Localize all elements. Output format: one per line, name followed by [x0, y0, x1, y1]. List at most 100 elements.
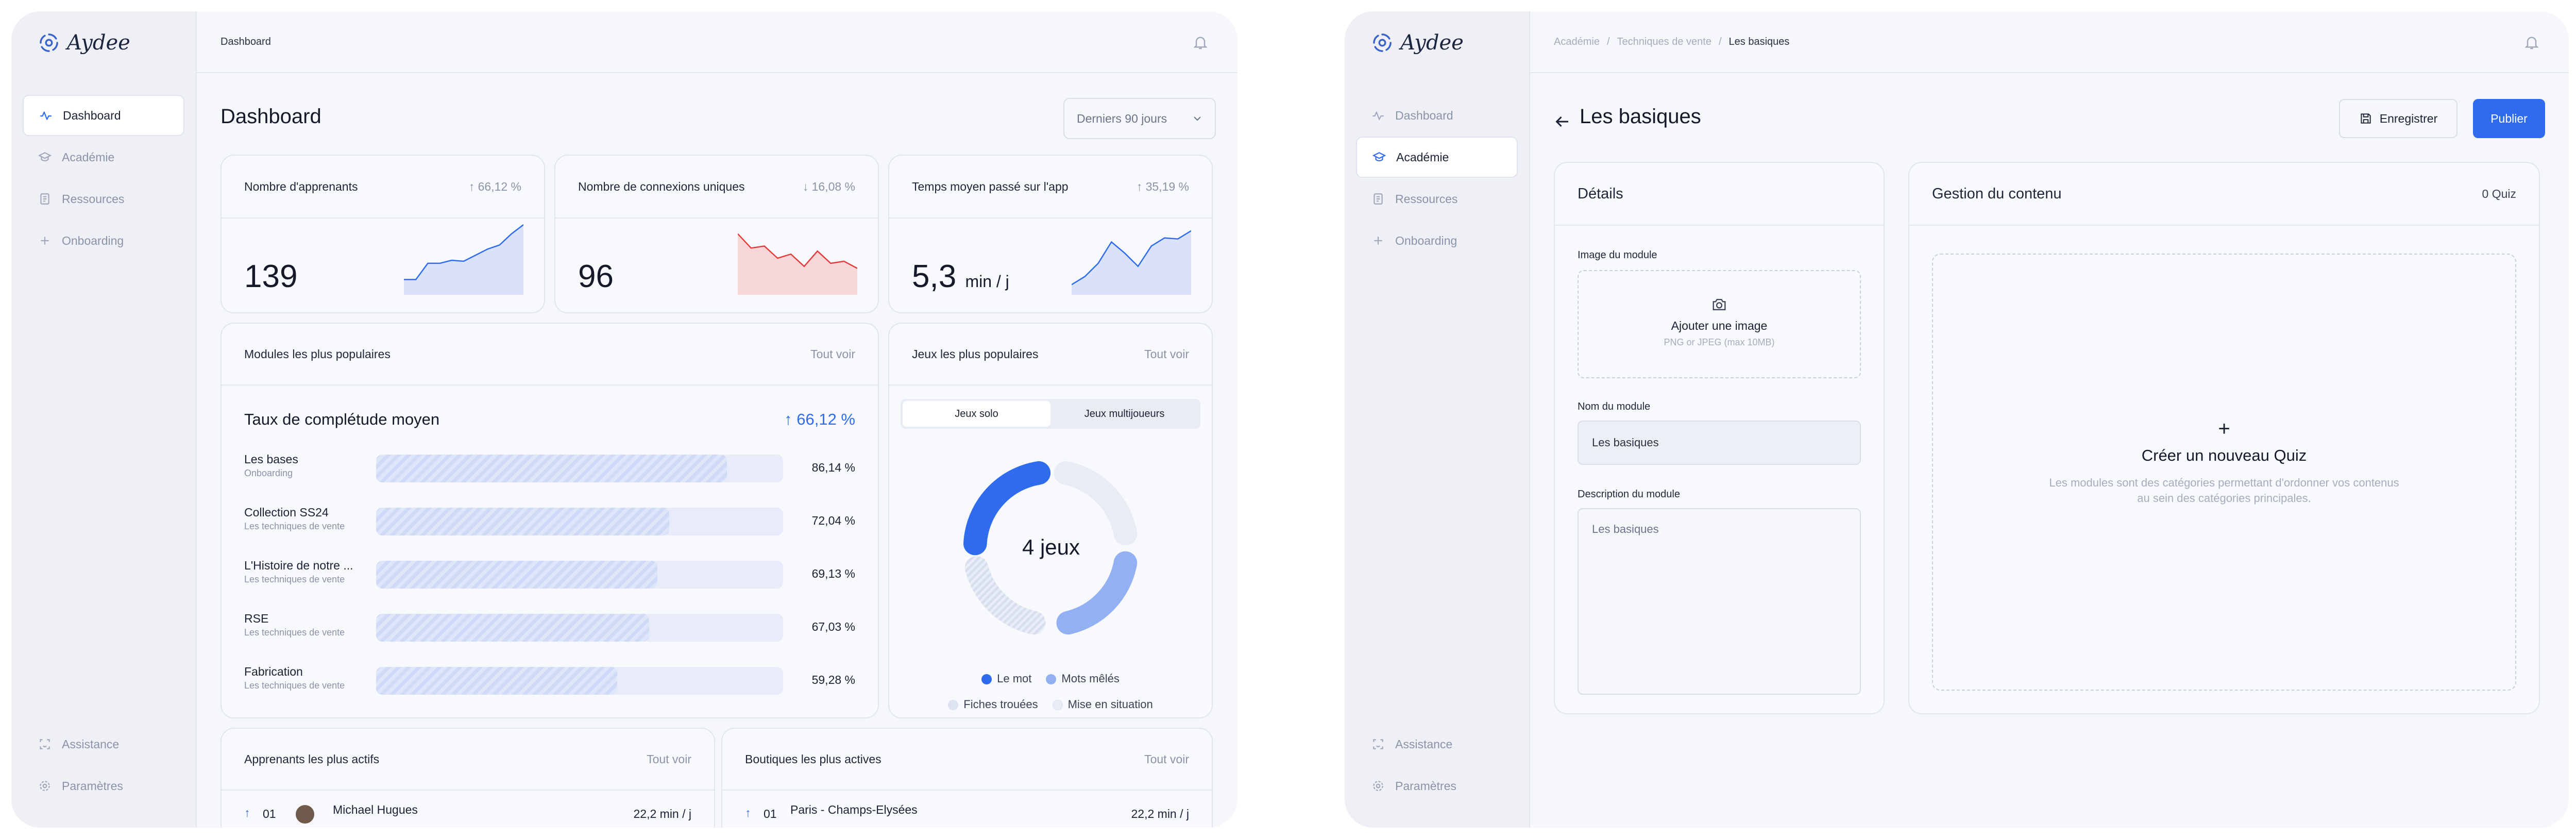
back-arrow-icon[interactable] [1553, 112, 1571, 131]
card-title: Jeux les plus populaires [912, 347, 1039, 361]
create-quiz-title: Créer un nouveau Quiz [2141, 446, 2307, 464]
plus-icon: + [2218, 417, 2230, 440]
legend-row: Le mot Mots mêlés [889, 672, 1212, 685]
app-logo[interactable]: Aydee [37, 31, 130, 55]
module-completion-value: 72,04 % [811, 514, 855, 527]
kpi-sparkline [738, 233, 857, 295]
app-logo[interactable]: Aydee [1370, 31, 1464, 55]
sidebar-item-label: Dashboard [1395, 108, 1453, 122]
publish-button-label: Publier [2490, 111, 2528, 125]
kpi-sparkline [1072, 230, 1191, 295]
dashboard-window: Aydee Dashboard Académie Ressources Onbo… [11, 11, 1238, 828]
card-title: Détails [1578, 185, 1623, 202]
kpi-change-value: 66,12 % [478, 179, 521, 193]
legend-item: Mise en situation [1052, 698, 1153, 711]
image-dropzone-hint: PNG or JPEG (max 10MB) [1664, 337, 1775, 347]
module-row[interactable]: Fabrication Les techniques de vente 59,28 … [244, 665, 855, 696]
see-all-link[interactable]: Tout voir [1144, 347, 1189, 361]
shop-name: Paris - Champs-Elysées [790, 803, 918, 816]
create-quiz-description: au sein des catégories principales. [2137, 492, 2311, 505]
donut-segment-fiches-trouees [964, 556, 1046, 635]
sidebar-item-assistance[interactable]: Assistance [1356, 724, 1518, 765]
bell-icon[interactable] [1192, 34, 1209, 51]
graduation-cap-icon [1372, 152, 1386, 161]
breadcrumb-current: Les basiques [1728, 36, 1790, 47]
image-dropzone[interactable]: Ajouter une image PNG or JPEG (max 10MB) [1578, 270, 1861, 378]
module-row[interactable]: RSE Les techniques de vente 67,03 % [244, 612, 855, 643]
learner-time: 22,2 min / j [633, 807, 692, 820]
sidebar-item-academie[interactable]: Académie [23, 137, 184, 178]
module-name: Collection SS24 [244, 506, 329, 519]
donut-segment-le-mot [963, 461, 1051, 556]
logo-icon [1373, 33, 1392, 52]
sidebar-item-ressources[interactable]: Ressources [23, 178, 184, 220]
sidebar-item-label: Assistance [1395, 737, 1453, 751]
period-select[interactable]: Derniers 90 jours [1063, 98, 1216, 139]
sidebar-item-assistance[interactable]: Assistance [23, 724, 184, 765]
sidebar-item-parametres[interactable]: Paramètres [1356, 765, 1518, 807]
kpi-card-head: Nombre de connexions uniques ↓ 16,08 % [555, 156, 878, 219]
progress-track [376, 455, 783, 482]
sidebar-item-label: Académie [62, 150, 115, 164]
module-name-input[interactable]: Les basiques [1578, 421, 1861, 465]
sidebar-item-label: Dashboard [63, 108, 121, 122]
sidebar-bottom: Assistance Paramètres [1356, 724, 1518, 807]
module-row[interactable]: Les bases Onboarding 86,14 % [244, 452, 855, 483]
save-button[interactable]: Enregistrer [2339, 99, 2458, 138]
sidebar-item-dashboard[interactable]: Dashboard [1356, 95, 1518, 136]
module-category: Les techniques de vente [244, 521, 345, 531]
see-all-link[interactable]: Tout voir [647, 752, 691, 766]
kpi-number: 96 [578, 259, 614, 294]
publish-button[interactable]: Publier [2473, 99, 2545, 138]
sidebar-item-onboarding[interactable]: Onboarding [1356, 220, 1518, 261]
breadcrumb-item[interactable]: Académie [1554, 36, 1600, 48]
app-name: Aydee [67, 31, 130, 55]
progress-fill [376, 561, 658, 589]
progress-track [376, 561, 783, 589]
create-quiz-dropzone[interactable]: + Créer un nouveau Quiz Les modules sont… [1932, 254, 2516, 691]
sidebar-item-academie[interactable]: Académie [1356, 137, 1518, 178]
list-item[interactable]: ↑ 01 Paris - Champs-Elysées 22,2 min / j [745, 803, 1189, 828]
list-item[interactable]: ↑ 01 Michael Hugues 22,2 min / j [244, 803, 692, 828]
see-all-link[interactable]: Tout voir [810, 347, 855, 361]
module-completion-value: 69,13 % [811, 567, 855, 580]
see-all-link[interactable]: Tout voir [1144, 752, 1189, 766]
progress-track [376, 614, 783, 642]
sidebar-item-parametres[interactable]: Paramètres [23, 765, 184, 807]
kpi-change-value: 35,19 % [1145, 179, 1189, 193]
card-title: Apprenants les plus actifs [244, 752, 380, 766]
card-header: Apprenants les plus actifs Tout voir [222, 729, 714, 791]
card-header: Modules les plus populaires Tout voir [222, 324, 878, 386]
progress-track [376, 508, 783, 535]
module-row[interactable]: L'Histoire de notre ... Les techniques de… [244, 559, 855, 590]
rank-up-icon: ↑ [244, 806, 250, 819]
sidebar-item-label: Ressources [62, 192, 125, 206]
bell-icon[interactable] [2523, 34, 2540, 51]
module-editor-window: Aydee Dashboard Académie Ressources Onbo… [1345, 11, 2569, 828]
kpi-change-value: 16,08 % [811, 179, 855, 193]
legend-label: Mise en situation [1067, 698, 1153, 711]
document-icon [1374, 193, 1383, 205]
topbar: Dashboard [197, 11, 1238, 73]
logo-icon [40, 33, 58, 52]
legend-label: Le mot [997, 672, 1032, 685]
breadcrumb-item[interactable]: Techniques de vente [1617, 36, 1711, 48]
tab-solo[interactable]: Jeux solo [903, 401, 1050, 427]
kpi-card-head: Nombre d'apprenants ↑ 66,12 % [222, 156, 544, 219]
module-description-textarea[interactable]: Les basiques [1578, 508, 1861, 695]
module-row[interactable]: Collection SS24 Les techniques de vente 72… [244, 506, 855, 537]
kpi-value: 96 [578, 258, 614, 295]
sidebar-item-ressources[interactable]: Ressources [1356, 178, 1518, 220]
card-header: Gestion du contenu 0 Quiz [1909, 163, 2539, 226]
sparkline-area [1072, 230, 1191, 295]
progress-fill [376, 455, 727, 482]
completion-title: Taux de complétude moyen [244, 410, 440, 428]
gear-icon [1373, 781, 1383, 791]
tab-multi[interactable]: Jeux multijoueurs [1050, 401, 1198, 427]
kpi-change: ↑ 35,19 % [1136, 179, 1189, 193]
kpi-label: Nombre d'apprenants [244, 179, 358, 193]
topbar: Académie / Techniques de vente / Les bas… [1530, 11, 2569, 73]
assistance-icon [40, 739, 50, 749]
sidebar-item-dashboard[interactable]: Dashboard [23, 95, 184, 136]
sidebar-item-onboarding[interactable]: Onboarding [23, 220, 184, 261]
